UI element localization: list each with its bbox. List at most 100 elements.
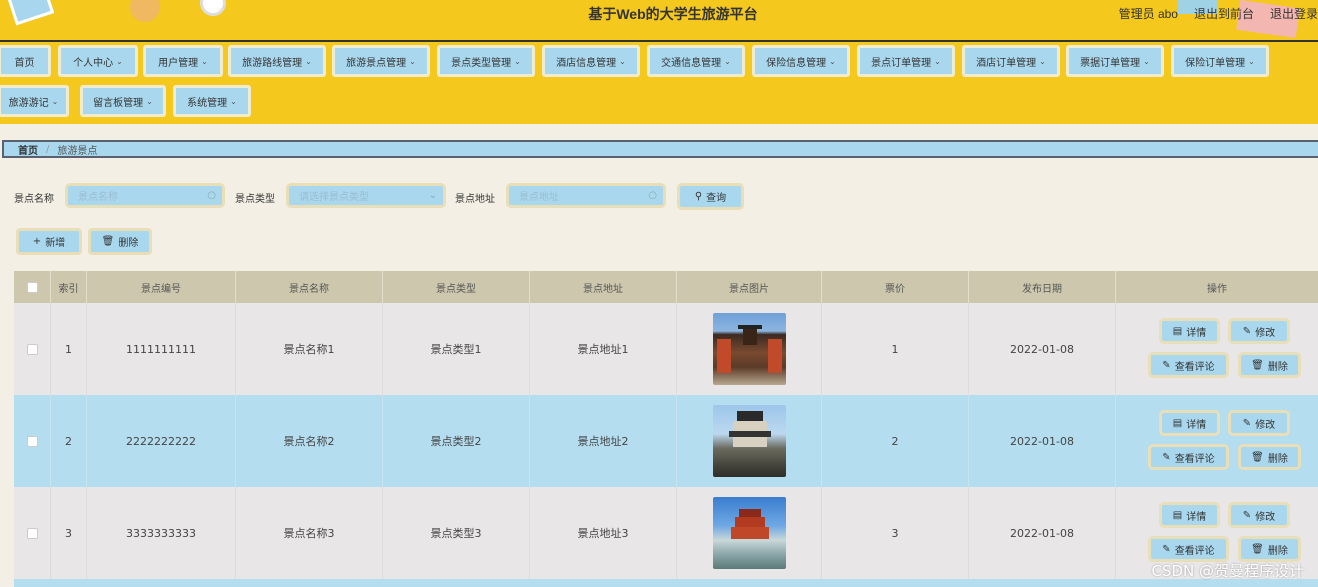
nav-system-management[interactable]: 系统管理 ⌄ [173,85,251,117]
chevron-down-icon: ⌄ [1248,56,1255,66]
spot-image[interactable] [712,405,786,477]
row-select-cell [14,303,51,395]
detail-button[interactable]: ▤ 详情 [1159,410,1220,436]
cell-name: 景点名称1 [236,303,383,395]
nav-home[interactable]: 首页 [0,45,51,77]
add-button[interactable]: + 新增 [16,228,82,255]
chevron-down-icon: ⌄ [230,96,237,106]
table-header: 索引 景点编号 景点名称 景点类型 景点地址 景点图片 票价 发布日期 操作 [14,271,1318,303]
cell-price: 1 [822,303,969,395]
nav-user-management[interactable]: 用户管理 ⌄ [143,45,223,77]
nav-insurance-info-management[interactable]: 保险信息管理 ⌄ [752,45,850,77]
row-select-cell [14,395,51,487]
row-checkbox[interactable] [26,527,38,539]
breadcrumb-home[interactable]: 首页 [18,142,38,157]
cell-date: 2022-01-08 [969,487,1116,579]
chevron-down-icon: ⌄ [619,56,626,66]
logout-link[interactable]: 退出登录 [1270,5,1318,22]
delete-button[interactable]: 🗑 删除 [1238,444,1301,470]
nav-personal-center[interactable]: 个人中心 ⌄ [58,45,138,77]
cell-image [677,303,822,395]
query-button[interactable]: ⚲ 查询 [677,183,744,210]
spot-type-select[interactable]: 请选择景点类型 ⌄ [286,183,446,208]
search-icon: ⚲ [694,191,703,202]
chevron-down-icon: ⌄ [409,56,416,66]
nav-route-management[interactable]: 旅游路线管理 ⌄ [228,45,326,77]
search-icon: ○ [207,190,216,201]
trash-icon: 🗑 [1251,451,1264,463]
chevron-down-icon: ⌄ [428,190,437,201]
admin-label: 管理员 abo [1118,7,1178,21]
trash-icon: 🗑 [1251,543,1264,555]
cell-price: 3 [822,487,969,579]
spot-image[interactable] [712,313,786,385]
chevron-down-icon: ⌄ [1039,56,1046,66]
edit-button[interactable]: ✎ 修改 [1228,502,1290,528]
chevron-down-icon: ⌄ [514,56,521,66]
watermark: CSDN @贺曼程序设计 [1151,562,1304,580]
spot-name-input[interactable]: 景点名称 ○ [65,183,225,208]
nav-spot-type-management[interactable]: 景点类型管理 ⌄ [437,45,535,77]
chevron-down-icon: ⌄ [146,96,153,106]
cell-price: 2 [822,395,969,487]
header-divider [0,40,1318,42]
nav-scenic-spot-management[interactable]: 旅游景点管理 ⌄ [332,45,430,77]
nav-hotel-info-management[interactable]: 酒店信息管理 ⌄ [542,45,640,77]
nav-hotel-order-management[interactable]: 酒店订单管理 ⌄ [962,45,1060,77]
nav-message-board-management[interactable]: 留言板管理 ⌄ [80,85,166,117]
cell-name: 景点名称3 [236,487,383,579]
search-icon: ○ [648,190,657,201]
plus-icon: + [32,236,42,247]
view-comments-button[interactable]: ✎ 查看评论 [1148,536,1229,562]
spot-address-input[interactable]: 景点地址 ○ [506,183,666,208]
view-comments-button[interactable]: ✎ 查看评论 [1148,444,1229,470]
cell-address: 景点地址1 [530,303,677,395]
spot-type-label: 景点类型 [235,194,275,205]
column-header: 景点地址 [530,271,677,303]
column-header: 操作 [1207,283,1227,295]
detail-button[interactable]: ▤ 详情 [1159,502,1220,528]
cell-code: 3333333333 [87,487,236,579]
trash-icon: 🗑 [101,236,115,247]
nav-traffic-info-management[interactable]: 交通信息管理 ⌄ [647,45,745,77]
delete-button[interactable]: 🗑 删除 [1238,536,1301,562]
row-checkbox[interactable] [26,435,38,447]
cell-date: 2022-01-08 [969,395,1116,487]
header-user-links: 管理员 abo 退出到前台 退出登录 [1119,5,1318,22]
column-header: 索引 [51,271,87,303]
chevron-down-icon: ⌄ [305,56,312,66]
delete-button[interactable]: 🗑 删除 [1238,352,1301,378]
cell-address: 景点地址3 [530,487,677,579]
header-select-all[interactable] [14,271,51,303]
cell-code: 1111111111 [87,303,236,395]
cell-date: 2022-01-08 [969,303,1116,395]
cell-index: 3 [51,487,87,579]
column-header: 景点名称 [236,271,383,303]
spot-image[interactable] [712,497,786,569]
document-icon: ▤ [1172,325,1183,337]
nav-ticket-order-management[interactable]: 票据订单管理 ⌄ [1066,45,1164,77]
edit-button[interactable]: ✎ 修改 [1228,318,1290,344]
cell-type: 景点类型1 [383,303,530,395]
edit-button[interactable]: ✎ 修改 [1228,410,1290,436]
nav-travel-notes[interactable]: 旅游游记 ⌄ [0,85,69,117]
breadcrumb: 首页 / 旅游景点 [2,140,1318,158]
cell-index: 2 [51,395,87,487]
cell-type: 景点类型3 [383,487,530,579]
cell-image [677,487,822,579]
trash-icon: 🗑 [1251,359,1264,371]
nav-insurance-order-management[interactable]: 保险订单管理 ⌄ [1171,45,1269,77]
select-all-checkbox[interactable] [26,281,38,293]
view-comments-button[interactable]: ✎ 查看评论 [1148,352,1229,378]
row-checkbox[interactable] [26,343,38,355]
pencil-icon: ✎ [1242,325,1252,337]
front-page-link[interactable]: 退出到前台 [1194,5,1254,22]
cell-image [677,395,822,487]
bulk-delete-button[interactable]: 🗑 删除 [88,228,152,255]
chevron-down-icon: ⌄ [1143,56,1150,66]
detail-button[interactable]: ▤ 详情 [1159,318,1220,344]
chevron-down-icon: ⌄ [51,96,59,106]
nav-spot-order-management[interactable]: 景点订单管理 ⌄ [857,45,955,77]
column-header: 景点图片 [677,271,822,303]
row-select-cell [14,487,51,579]
